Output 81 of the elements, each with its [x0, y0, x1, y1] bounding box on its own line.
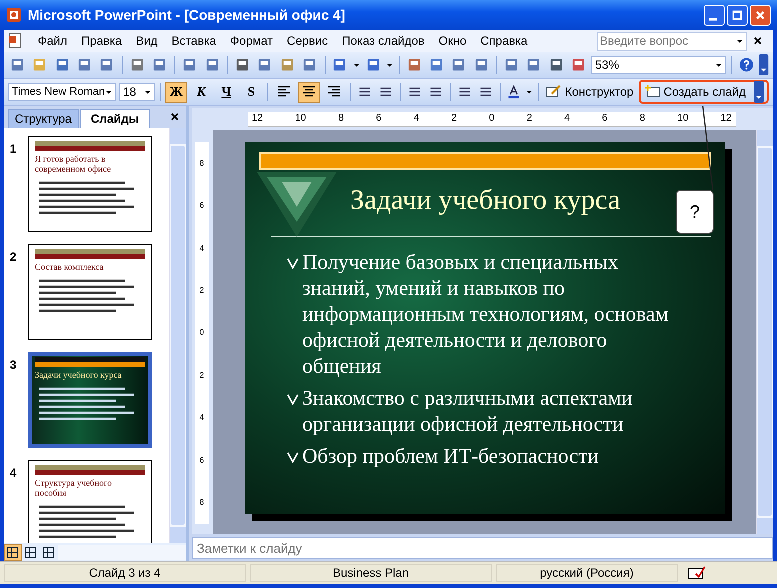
bullet-text: Знакомство с различными аспектами организации офисной деятельности	[302, 384, 634, 437]
thumbnail-title: Задачи учебного курса	[35, 371, 123, 381]
slide-thumbnail[interactable]: Состав комплекса	[28, 244, 152, 340]
close-button[interactable]	[750, 4, 771, 26]
bullet-text: Обзор проблем ИТ-безопасности	[302, 442, 600, 469]
close-icon[interactable]	[170, 112, 180, 122]
notes-field[interactable]: Заметки к слайду	[192, 537, 773, 559]
bullet-text: Получение базовых и специальных знаний, умений и навыков по информационным технологиям, основам офисной деятельности и делового общения	[302, 248, 670, 379]
slide-number: 3	[10, 357, 18, 372]
slide-number: 1	[10, 141, 18, 156]
menu-item[interactable]: Сервис	[281, 34, 336, 48]
new-slide-icon	[644, 84, 661, 100]
design-button[interactable]: Конструктор	[544, 84, 636, 100]
slide-number: 2	[10, 249, 18, 264]
alignment-icon	[277, 86, 292, 98]
horizontal-ruler: 12 10 8 6 4 2 0 2 4 6 8 10 12	[248, 112, 736, 126]
window-title: Microsoft PowerPoint - [Современный офис 4]	[28, 7, 346, 23]
slide-thumbnail[interactable]: Структура учебного пособия	[28, 460, 152, 543]
caret-icon[interactable]	[352, 61, 361, 69]
status-text: русский (Россия)	[496, 564, 678, 582]
toolbar-options-icon[interactable]	[754, 81, 764, 103]
minimize-icon	[709, 18, 717, 20]
font-size-combo[interactable]: 18	[119, 83, 155, 101]
format-button[interactable]: Ч	[215, 82, 238, 102]
vertical-ruler: 8 6 4 2 0 2 4 6 8	[195, 142, 209, 524]
close-icon	[755, 10, 766, 20]
format-button[interactable]: S	[240, 82, 262, 102]
maximize-button[interactable]	[727, 4, 748, 26]
format-button[interactable]: К	[190, 82, 212, 102]
menu-item[interactable]: Окно	[432, 34, 475, 48]
menu-item[interactable]: Формат	[224, 34, 282, 48]
menu-item[interactable]: Вставка	[166, 34, 224, 48]
callout: ?	[676, 190, 714, 234]
thumbnail-title: Я готов работать в современном офисе	[35, 155, 112, 175]
alignment-icon	[302, 86, 316, 98]
caret-icon[interactable]	[526, 88, 534, 96]
close-icon[interactable]	[753, 36, 763, 46]
align-center-button[interactable]	[298, 82, 320, 102]
document-icon[interactable]	[8, 33, 24, 49]
slide-number: 4	[10, 465, 18, 480]
toolbar-options-icon[interactable]	[759, 54, 769, 76]
format-button[interactable]: Ж	[165, 82, 188, 102]
menu-item[interactable]: Показ слайдов	[336, 34, 433, 48]
scrollbar[interactable]	[756, 130, 773, 534]
thumbnail-title: Состав комплекса	[35, 263, 105, 273]
menu-item[interactable]: Справка	[474, 34, 536, 48]
maximize-icon	[732, 10, 743, 20]
slide-title: Задачи учебного курса	[350, 184, 621, 218]
caret-icon[interactable]	[144, 88, 152, 96]
design-icon	[546, 84, 562, 100]
caret-icon[interactable]	[714, 61, 723, 69]
slide-thumbnail[interactable]: Я готов работать в современном офисе	[28, 136, 152, 232]
check-bullet-icon	[286, 256, 298, 269]
horizontal-scrollbar[interactable]	[58, 544, 186, 560]
spelling-status-icon	[688, 566, 706, 580]
pane-tab[interactable]: Слайды	[80, 109, 150, 128]
slide-thumbnail[interactable]: Задачи учебного курса	[28, 352, 152, 448]
caret-icon[interactable]	[105, 88, 114, 96]
pane-tab[interactable]: Структура	[8, 109, 79, 128]
slide-show-icon	[43, 546, 55, 558]
status-text: Business Plan	[250, 564, 492, 582]
normal-view-icon	[7, 546, 19, 558]
slide-sorter-icon	[25, 546, 37, 558]
menu-item[interactable]: Файл	[32, 34, 76, 48]
help-search-field[interactable]: Введите вопрос	[597, 32, 747, 50]
caret-icon[interactable]	[736, 37, 744, 45]
thumbnail-title: Структура учебного пособия	[35, 479, 114, 499]
normal-view-button[interactable]	[4, 544, 22, 560]
help-icon[interactable]	[738, 57, 754, 73]
minimize-button[interactable]	[704, 4, 725, 26]
menu-item[interactable]: Вид	[130, 34, 166, 48]
caret-icon[interactable]	[386, 61, 394, 69]
zoom-combo[interactable]: 53%	[591, 56, 726, 74]
check-bullet-icon	[286, 392, 298, 405]
alignment-icon	[327, 86, 342, 98]
status-text: Слайд 3 из 4	[4, 564, 246, 582]
scrollbar[interactable]	[169, 128, 186, 543]
check-bullet-icon	[286, 450, 298, 463]
font-color-icon[interactable]	[507, 84, 522, 100]
menu-item[interactable]: Правка	[76, 34, 130, 48]
font-combo[interactable]: Times New Roman	[8, 83, 116, 101]
